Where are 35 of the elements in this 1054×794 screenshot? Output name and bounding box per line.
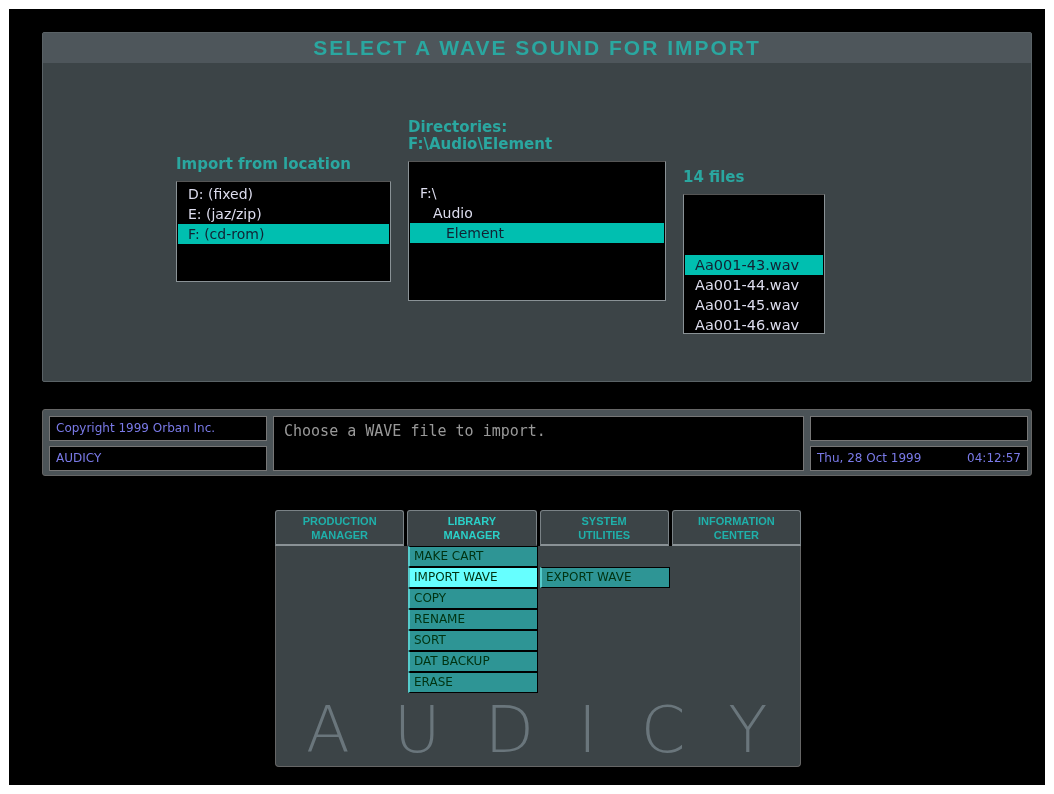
- time-text: 04:12:57: [967, 450, 1021, 467]
- copyright-text: Copyright 1999 Orban Inc.: [49, 416, 267, 441]
- submenu-item[interactable]: EXPORT WAVE: [540, 567, 670, 588]
- file-item[interactable]: Aa001-44.wav: [685, 275, 823, 295]
- menu-item[interactable]: COPY: [408, 588, 538, 609]
- menu-tab[interactable]: PRODUCTION MANAGER: [275, 510, 405, 546]
- menu-tab[interactable]: INFORMATION CENTER: [671, 510, 801, 546]
- location-label: Import from location: [176, 156, 352, 173]
- file-count: 14 files: [683, 169, 746, 186]
- directory-list[interactable]: F:\ Audio Element: [408, 161, 666, 301]
- file-list[interactable]: Aa001-43.wav Aa001-44.wav Aa001-45.wav Aa001-46.wav: [683, 194, 825, 334]
- product-name: AUDICY: [49, 446, 267, 471]
- menu-item[interactable]: MAKE CART: [408, 546, 538, 567]
- menu-item[interactable]: SORT: [408, 630, 538, 651]
- location-item[interactable]: D: (fixed): [178, 184, 389, 204]
- menu-item[interactable]: IMPORT WAVE: [408, 567, 538, 588]
- window-title: SELECT A WAVE SOUND FOR IMPORT: [43, 33, 1031, 63]
- directories-label: Directories:: [408, 119, 509, 136]
- location-item[interactable]: F: (cd-rom): [178, 224, 389, 244]
- menu-tab[interactable]: SYSTEM UTILITIES: [539, 510, 669, 546]
- date-text: Thu, 28 Oct 1999: [817, 450, 922, 467]
- location-list[interactable]: D: (fixed) E: (jaz/zip) F: (cd-rom): [176, 181, 391, 282]
- menu-tab[interactable]: LIBRARY MANAGER: [407, 510, 537, 546]
- file-item[interactable]: Aa001-46.wav: [685, 315, 823, 335]
- directory-path: F:\Audio\Element: [408, 136, 554, 153]
- menu-item[interactable]: RENAME: [408, 609, 538, 630]
- status-message: Choose a WAVE file to import.: [273, 416, 804, 471]
- location-item[interactable]: E: (jaz/zip): [178, 204, 389, 224]
- menu-item[interactable]: ERASE: [408, 672, 538, 693]
- directory-item[interactable]: Audio: [410, 203, 664, 223]
- file-item[interactable]: Aa001-45.wav: [685, 295, 823, 315]
- menu-item[interactable]: DAT BACKUP: [408, 651, 538, 672]
- file-item[interactable]: Aa001-43.wav: [685, 255, 823, 275]
- directory-item[interactable]: F:\: [410, 183, 664, 203]
- directory-item[interactable]: Element: [410, 223, 664, 243]
